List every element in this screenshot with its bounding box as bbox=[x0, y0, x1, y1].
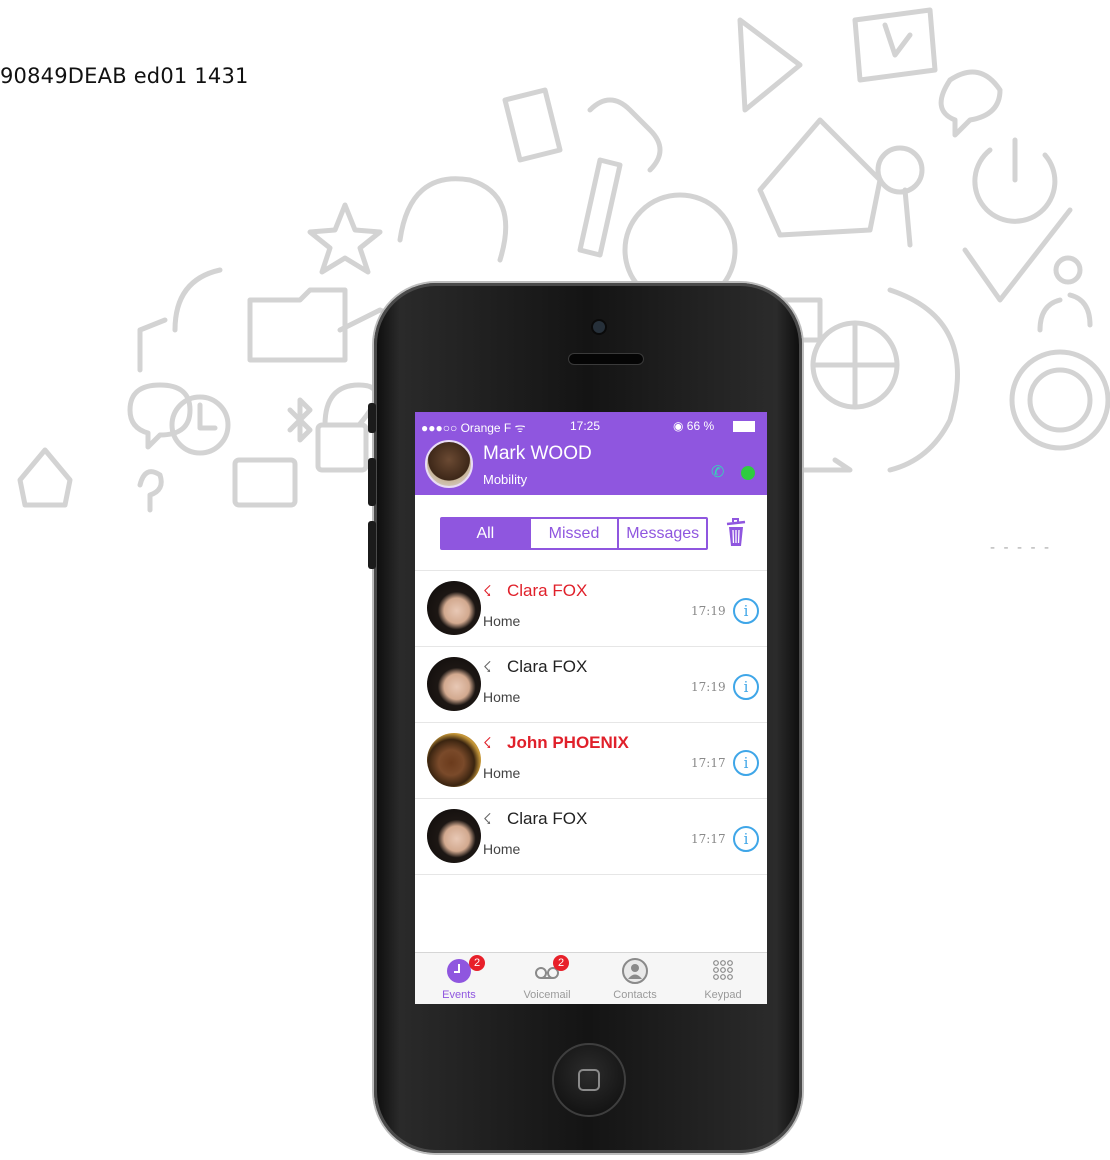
status-carrier: ●●●○○ Orange F ᯤ bbox=[421, 421, 526, 435]
status-battery-percent: ◉ 66 % bbox=[673, 419, 715, 433]
caller-name: Clara FOX bbox=[507, 809, 588, 828]
call-label: Home bbox=[483, 841, 521, 857]
phone-device: ●●●○○ Orange F ᯤ 17:25 ◉ 66 % Mark WOOD … bbox=[368, 283, 802, 1153]
status-time: 17:25 bbox=[570, 419, 601, 433]
call-time: 17:17 bbox=[691, 832, 726, 846]
tab-label: Contacts bbox=[613, 989, 657, 1001]
volume-down-button bbox=[368, 521, 376, 569]
mute-switch bbox=[368, 403, 376, 433]
phone-screen: ●●●○○ Orange F ᯤ 17:25 ◉ 66 % Mark WOOD … bbox=[415, 412, 767, 1004]
missed-call-icon: ☇ bbox=[483, 734, 492, 752]
filter-all[interactable]: All bbox=[442, 519, 531, 548]
filter-missed[interactable]: Missed bbox=[531, 519, 620, 548]
profile-name: Mark WOOD bbox=[483, 443, 592, 464]
list-item[interactable]: ☇ Clara FOX Home 17:17 i bbox=[415, 799, 767, 875]
call-label: Home bbox=[483, 613, 521, 629]
avatar bbox=[427, 733, 481, 787]
folder-icon bbox=[247, 287, 348, 363]
missed-call-icon: ☇ bbox=[483, 582, 492, 600]
home-button[interactable] bbox=[552, 1043, 626, 1117]
caller-name: Clara FOX bbox=[507, 581, 588, 600]
lock-icon bbox=[315, 422, 369, 473]
call-filter-segmented-control: All Missed Messages bbox=[440, 517, 708, 550]
info-icon[interactable]: i bbox=[733, 750, 759, 776]
music-note-icon bbox=[137, 317, 168, 373]
avatar bbox=[427, 581, 481, 635]
tab-keypad[interactable]: Keypad bbox=[679, 953, 767, 1004]
tab-contacts[interactable]: Contacts bbox=[591, 953, 679, 1004]
home-square-icon bbox=[578, 1069, 600, 1091]
list-item[interactable]: ☇ Clara FOX Home 17:19 i bbox=[415, 647, 767, 723]
target-icon bbox=[1009, 349, 1110, 451]
profile-status: Mobility bbox=[483, 472, 528, 487]
app-header: ●●●○○ Orange F ᯤ 17:25 ◉ 66 % Mark WOOD … bbox=[415, 412, 767, 495]
events-badge: 2 bbox=[469, 955, 485, 971]
call-icon: ☇ bbox=[483, 658, 492, 676]
list-item[interactable]: ☇ John PHOENIX Home 17:17 i bbox=[415, 723, 767, 799]
inbox-download-icon bbox=[852, 7, 938, 83]
presence-online-icon bbox=[739, 464, 757, 482]
earpiece-speaker bbox=[568, 353, 644, 365]
voicemail-badge: 2 bbox=[553, 955, 569, 971]
phone-wifi-call-icon[interactable]: ✆ bbox=[711, 462, 724, 481]
call-label: Home bbox=[483, 765, 521, 781]
pencil-icon bbox=[577, 157, 623, 258]
avatar[interactable] bbox=[425, 440, 473, 488]
headphones-icon bbox=[397, 176, 509, 263]
bluetooth-icon bbox=[287, 397, 313, 443]
front-camera bbox=[591, 319, 607, 335]
avatar bbox=[427, 657, 481, 711]
tab-events[interactable]: 2 Events bbox=[415, 953, 503, 1004]
star-icon bbox=[307, 202, 383, 275]
contact-icon bbox=[622, 958, 648, 984]
trash-icon[interactable] bbox=[725, 518, 747, 548]
document-icon bbox=[502, 87, 563, 163]
call-time: 17:19 bbox=[691, 604, 726, 618]
caller-name: John PHOENIX bbox=[507, 733, 629, 752]
contact-card-icon bbox=[232, 457, 298, 508]
tab-label: Keypad bbox=[704, 989, 742, 1001]
info-icon[interactable]: i bbox=[733, 674, 759, 700]
small-question-icon bbox=[137, 469, 164, 513]
tab-label: Events bbox=[442, 989, 476, 1001]
call-time: 17:17 bbox=[691, 756, 726, 770]
tab-voicemail[interactable]: 2 Voicemail bbox=[503, 953, 591, 1004]
tab-label: Voicemail bbox=[523, 989, 571, 1001]
info-icon[interactable]: i bbox=[733, 598, 759, 624]
power-icon bbox=[972, 137, 1058, 224]
people-icon bbox=[1053, 255, 1083, 285]
filter-messages[interactable]: Messages bbox=[619, 519, 706, 548]
small-home-icon bbox=[17, 447, 73, 508]
decorative-dashes: - - - - - bbox=[990, 540, 1052, 556]
volume-up-button bbox=[368, 458, 376, 506]
keypad-icon bbox=[713, 960, 733, 980]
bottom-tab-bar: 2 Events 2 Voicemail Contacts Keypad bbox=[415, 952, 767, 1004]
play-icon bbox=[737, 17, 803, 113]
usb-icon bbox=[797, 457, 853, 473]
call-label: Home bbox=[483, 689, 521, 705]
list-item[interactable]: ☇ Clara FOX Home 17:19 i bbox=[415, 570, 767, 647]
speech-bubble-icon bbox=[127, 382, 193, 450]
refresh-icon bbox=[172, 267, 223, 333]
call-log-list: ☇ Clara FOX Home 17:19 i ☇ Clara FOX Hom… bbox=[415, 570, 767, 875]
refresh-arc-icon bbox=[887, 287, 960, 473]
avatar bbox=[427, 809, 481, 863]
chat-bubble-icon bbox=[938, 69, 1003, 138]
home-icon bbox=[757, 117, 883, 238]
key-icon bbox=[875, 145, 925, 195]
battery-icon bbox=[733, 421, 755, 432]
caller-name: Clara FOX bbox=[507, 657, 588, 676]
call-time: 17:19 bbox=[691, 680, 726, 694]
call-icon: ☇ bbox=[483, 810, 492, 828]
info-icon[interactable]: i bbox=[733, 826, 759, 852]
